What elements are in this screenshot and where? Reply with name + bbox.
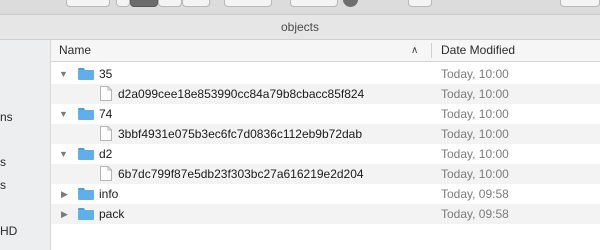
- list-view-button[interactable]: [130, 0, 158, 7]
- item-name: d2: [99, 147, 113, 161]
- back-forward-button[interactable]: [66, 0, 110, 7]
- item-name: 6b7dc799f87e5db23f303bc27a616219e2d204: [118, 167, 364, 181]
- window-title: objects: [0, 15, 600, 40]
- item-name: info: [99, 187, 119, 201]
- item-date: Today, 09:58: [441, 207, 509, 221]
- column-view-button[interactable]: [158, 0, 182, 7]
- item-date: Today, 10:00: [441, 87, 509, 101]
- disclosure-open-icon[interactable]: ▼: [59, 104, 71, 124]
- file-icon: [100, 166, 112, 181]
- sidebar-item-label[interactable]: ns: [0, 110, 13, 124]
- column-name-header[interactable]: Name: [59, 40, 91, 61]
- file-list: Name ∧ Date Modified ▼ 35 Today, 10:00 d…: [51, 40, 600, 250]
- disclosure-open-icon[interactable]: ▼: [59, 64, 71, 84]
- item-name: 35: [99, 67, 113, 81]
- toolbar: [0, 0, 600, 15]
- file-icon: [100, 86, 112, 101]
- item-date: Today, 10:00: [441, 167, 509, 181]
- group-button[interactable]: [224, 0, 272, 7]
- item-name: d2a099cee18e853990cc84a79b8cbacc85f824: [118, 87, 365, 101]
- column-date-header[interactable]: Date Modified: [441, 40, 515, 61]
- folder-icon: [78, 188, 94, 200]
- list-item[interactable]: ▼ 35 Today, 10:00: [51, 64, 600, 84]
- column-header: Name ∧ Date Modified: [51, 40, 600, 62]
- sort-ascending-icon: ∧: [411, 45, 419, 56]
- list-item[interactable]: d2a099cee18e853990cc84a79b8cbacc85f824 T…: [51, 84, 600, 104]
- folder-icon: [78, 148, 94, 160]
- list-item[interactable]: ▼ 74 Today, 10:00: [51, 104, 600, 124]
- sidebar-item-label[interactable]: s: [0, 178, 6, 192]
- search-field[interactable]: [560, 0, 600, 7]
- list-item[interactable]: ▼ d2 Today, 10:00: [51, 144, 600, 164]
- file-icon: [100, 126, 112, 141]
- gallery-view-button[interactable]: [182, 0, 210, 7]
- folder-icon: [78, 108, 94, 120]
- disclosure-closed-icon[interactable]: ▶: [61, 204, 73, 224]
- disclosure-closed-icon[interactable]: ▶: [61, 184, 73, 204]
- item-date: Today, 10:00: [441, 147, 509, 161]
- tags-button[interactable]: [408, 0, 432, 7]
- list-item[interactable]: ▶ info Today, 09:58: [51, 184, 600, 204]
- column-divider[interactable]: [431, 43, 432, 58]
- item-name: 3bbf4931e075b3ec6fc7d0836c112eb9b72dab: [118, 127, 363, 141]
- list-item[interactable]: 3bbf4931e075b3ec6fc7d0836c112eb9b72dab T…: [51, 124, 600, 144]
- folder-icon: [78, 208, 94, 220]
- sidebar-item-label[interactable]: HD: [0, 224, 17, 238]
- action-button[interactable]: [290, 0, 338, 7]
- share-icon[interactable]: [343, 0, 358, 7]
- item-date: Today, 10:00: [441, 107, 509, 121]
- sidebar: ns s s HD: [0, 40, 51, 250]
- item-name: 74: [99, 107, 113, 121]
- icon-view-button[interactable]: [116, 0, 130, 7]
- list-item[interactable]: 6b7dc799f87e5db23f303bc27a616219e2d204 T…: [51, 164, 600, 184]
- list-item[interactable]: ▶ pack Today, 09:58: [51, 204, 600, 224]
- item-name: pack: [99, 207, 125, 221]
- sidebar-item-label[interactable]: s: [0, 155, 6, 169]
- item-date: Today, 10:00: [441, 67, 509, 81]
- item-date: Today, 10:00: [441, 127, 509, 141]
- disclosure-open-icon[interactable]: ▼: [59, 144, 71, 164]
- item-date: Today, 09:58: [441, 187, 509, 201]
- folder-icon: [78, 68, 94, 80]
